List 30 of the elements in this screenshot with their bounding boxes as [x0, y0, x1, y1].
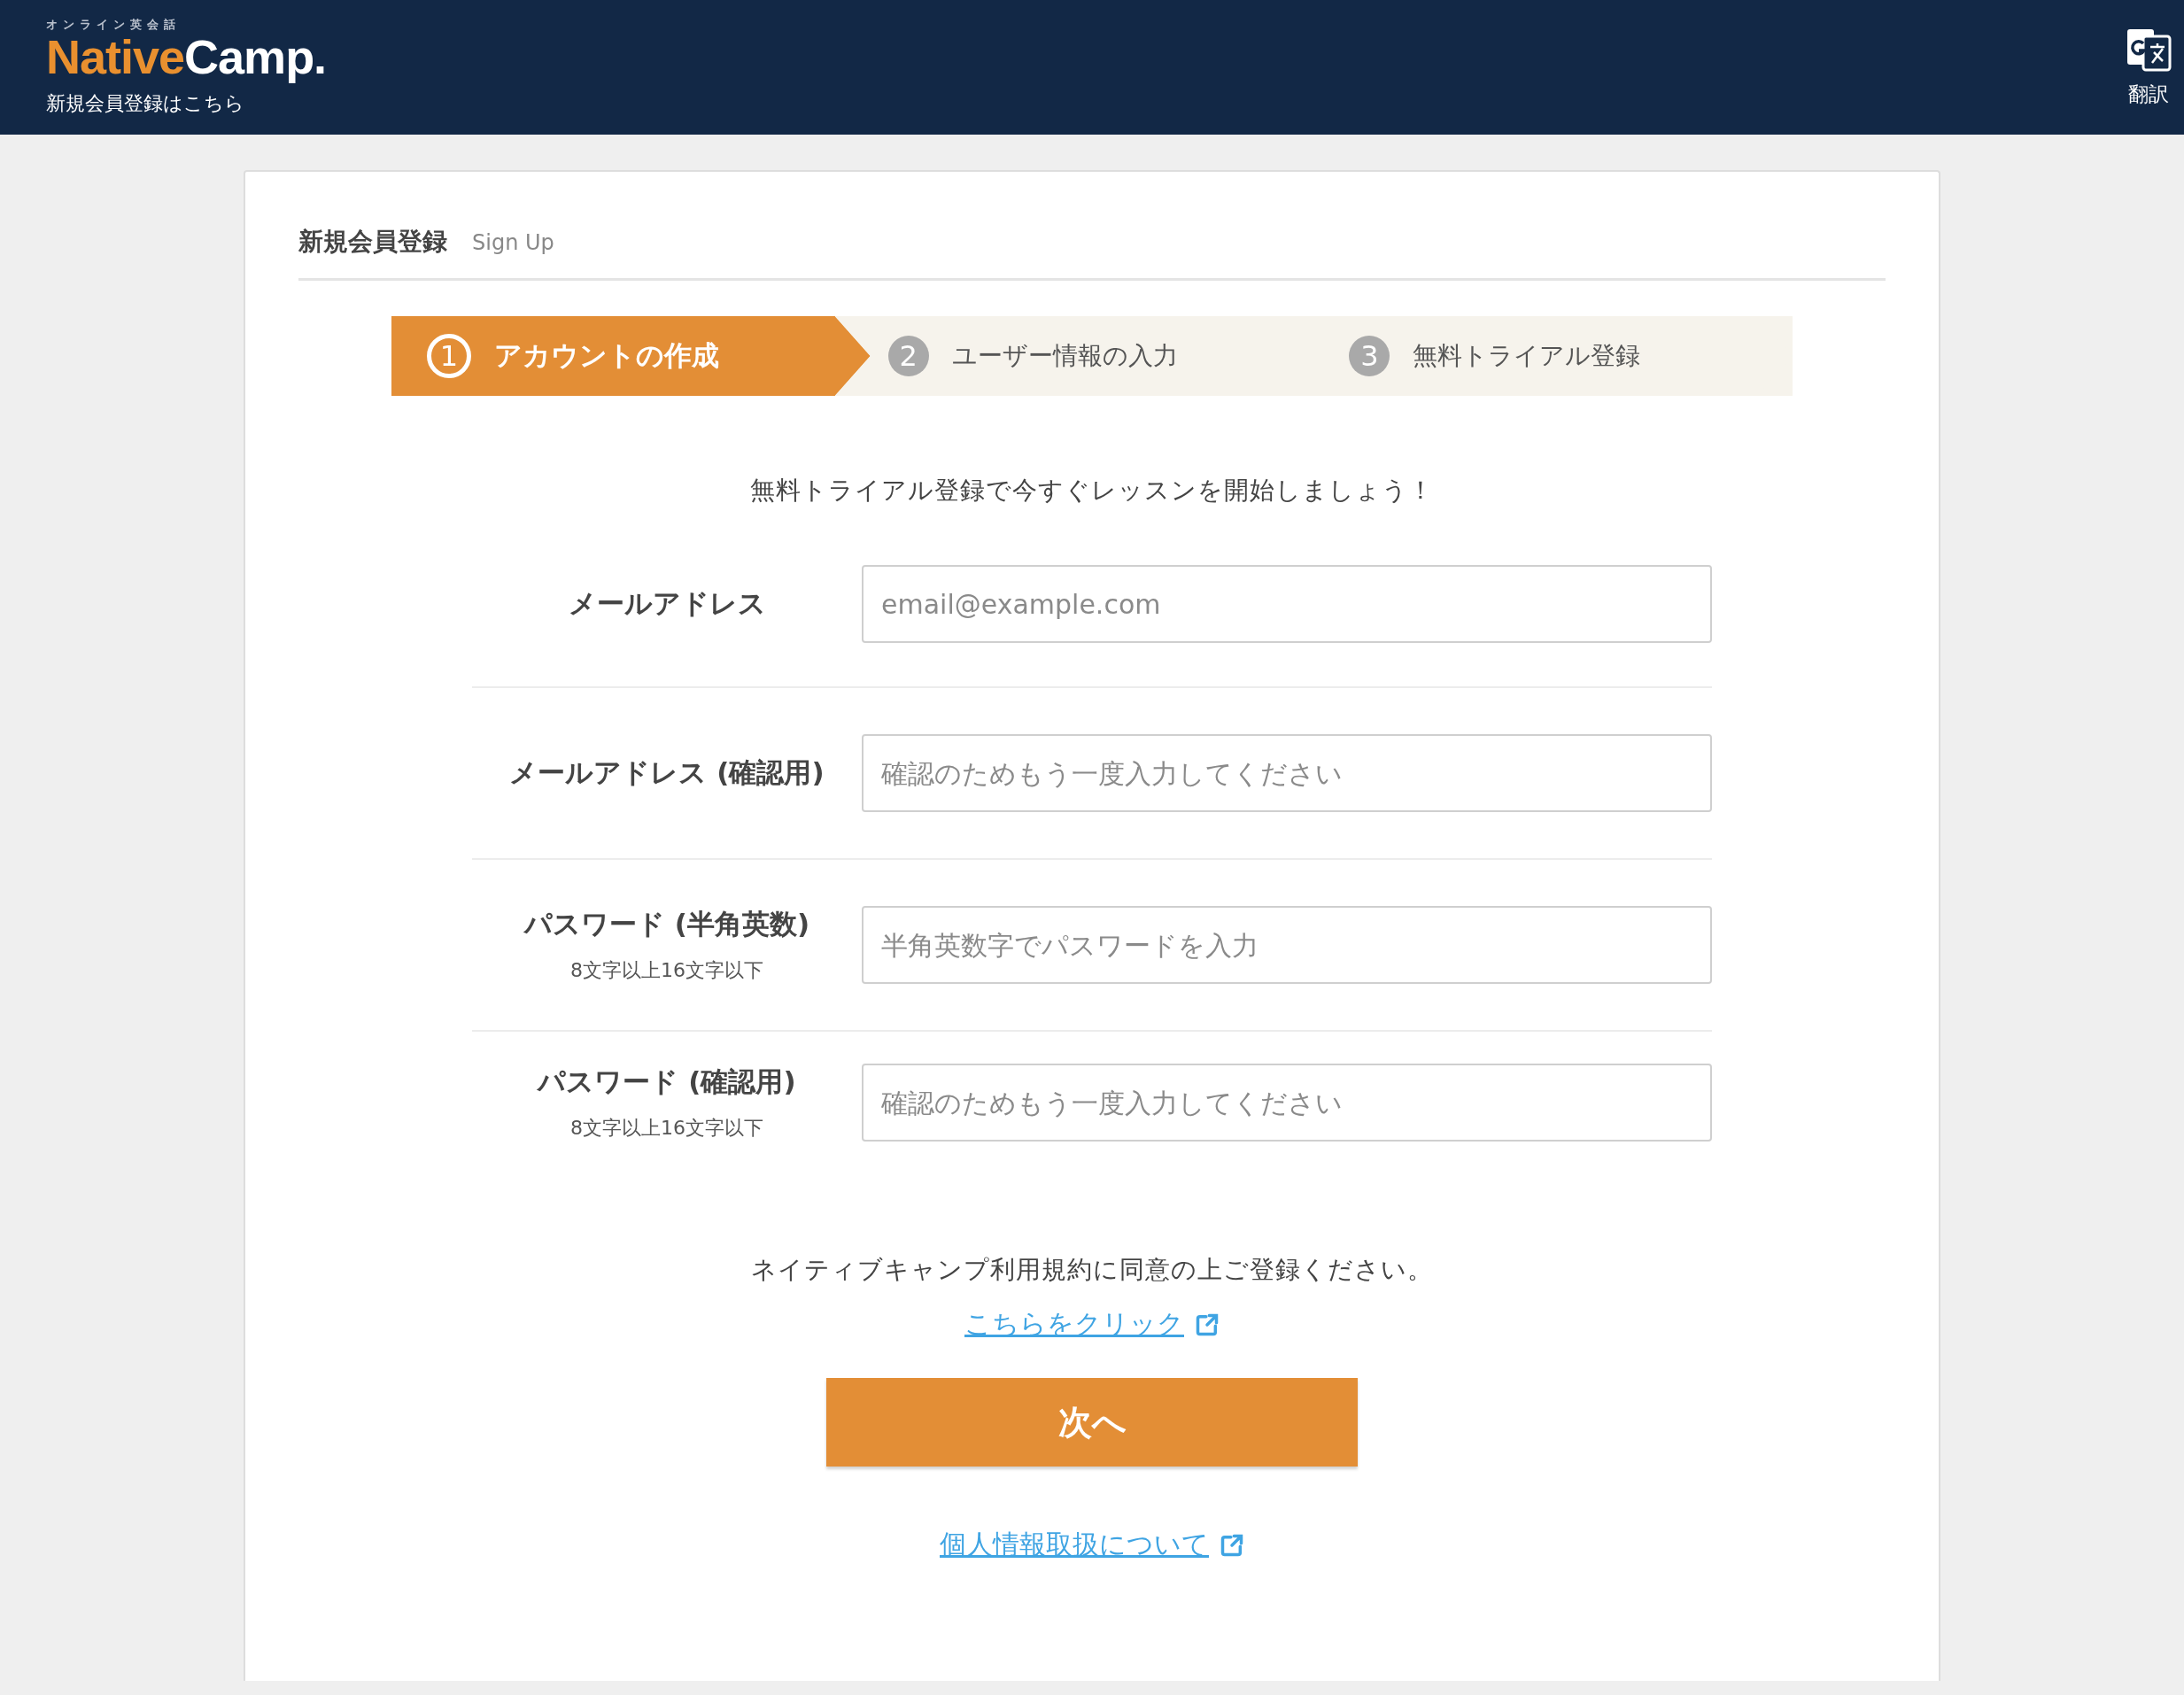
intro-text: 無料トライアル登録で今すぐレッスンを開始しましょう！ [750, 475, 1434, 507]
step-label: ユーザー情報の入力 [951, 340, 1178, 372]
terms-link[interactable]: こちらをクリック [964, 1306, 1220, 1343]
card-title: 新規会員登録 [298, 226, 447, 258]
field-label: パスワード (確認用) [538, 1064, 796, 1099]
next-button[interactable]: 次へ [826, 1378, 1358, 1467]
card-subtitle: Sign Up [472, 230, 554, 255]
step-number: 3 [1349, 336, 1390, 376]
field-note: 8文字以上16文字以下 [570, 958, 763, 983]
translate-button[interactable]: 翻訳 [2126, 0, 2172, 135]
privacy-link[interactable]: 個人情報取扱について [940, 1527, 1244, 1563]
input-field[interactable]: 半角英数字でパスワードを入力 [862, 906, 1712, 984]
logo-tagline: オンライン英会話 [46, 18, 182, 32]
terms-text: ネイティブキャンプ利用規約に同意の上ご登録ください。 [751, 1254, 1433, 1286]
external-link-icon [1195, 1312, 1220, 1337]
step-number: 1 [427, 334, 471, 378]
input-field[interactable]: 確認のためもう一度入力してください [862, 734, 1712, 812]
input-field[interactable]: 確認のためもう一度入力してください [862, 1064, 1712, 1142]
step-label: 無料トライアル登録 [1413, 340, 1641, 372]
field-label: パスワード (半角英数) [523, 907, 810, 941]
translate-icon [2126, 27, 2172, 72]
step-number: 2 [887, 336, 929, 376]
logo[interactable]: NativeCamp. [46, 32, 327, 81]
field-note: 8文字以上16文字以下 [570, 1116, 763, 1141]
field-label: メールアドレス [568, 586, 766, 621]
header-subtitle: 新規会員登録はこちら [46, 91, 245, 116]
external-link-icon [1220, 1532, 1244, 1558]
step-label: アカウントの作成 [494, 338, 719, 373]
field-label: メールアドレス (確認用) [509, 755, 825, 790]
input-field[interactable]: email@example.com [862, 565, 1712, 643]
